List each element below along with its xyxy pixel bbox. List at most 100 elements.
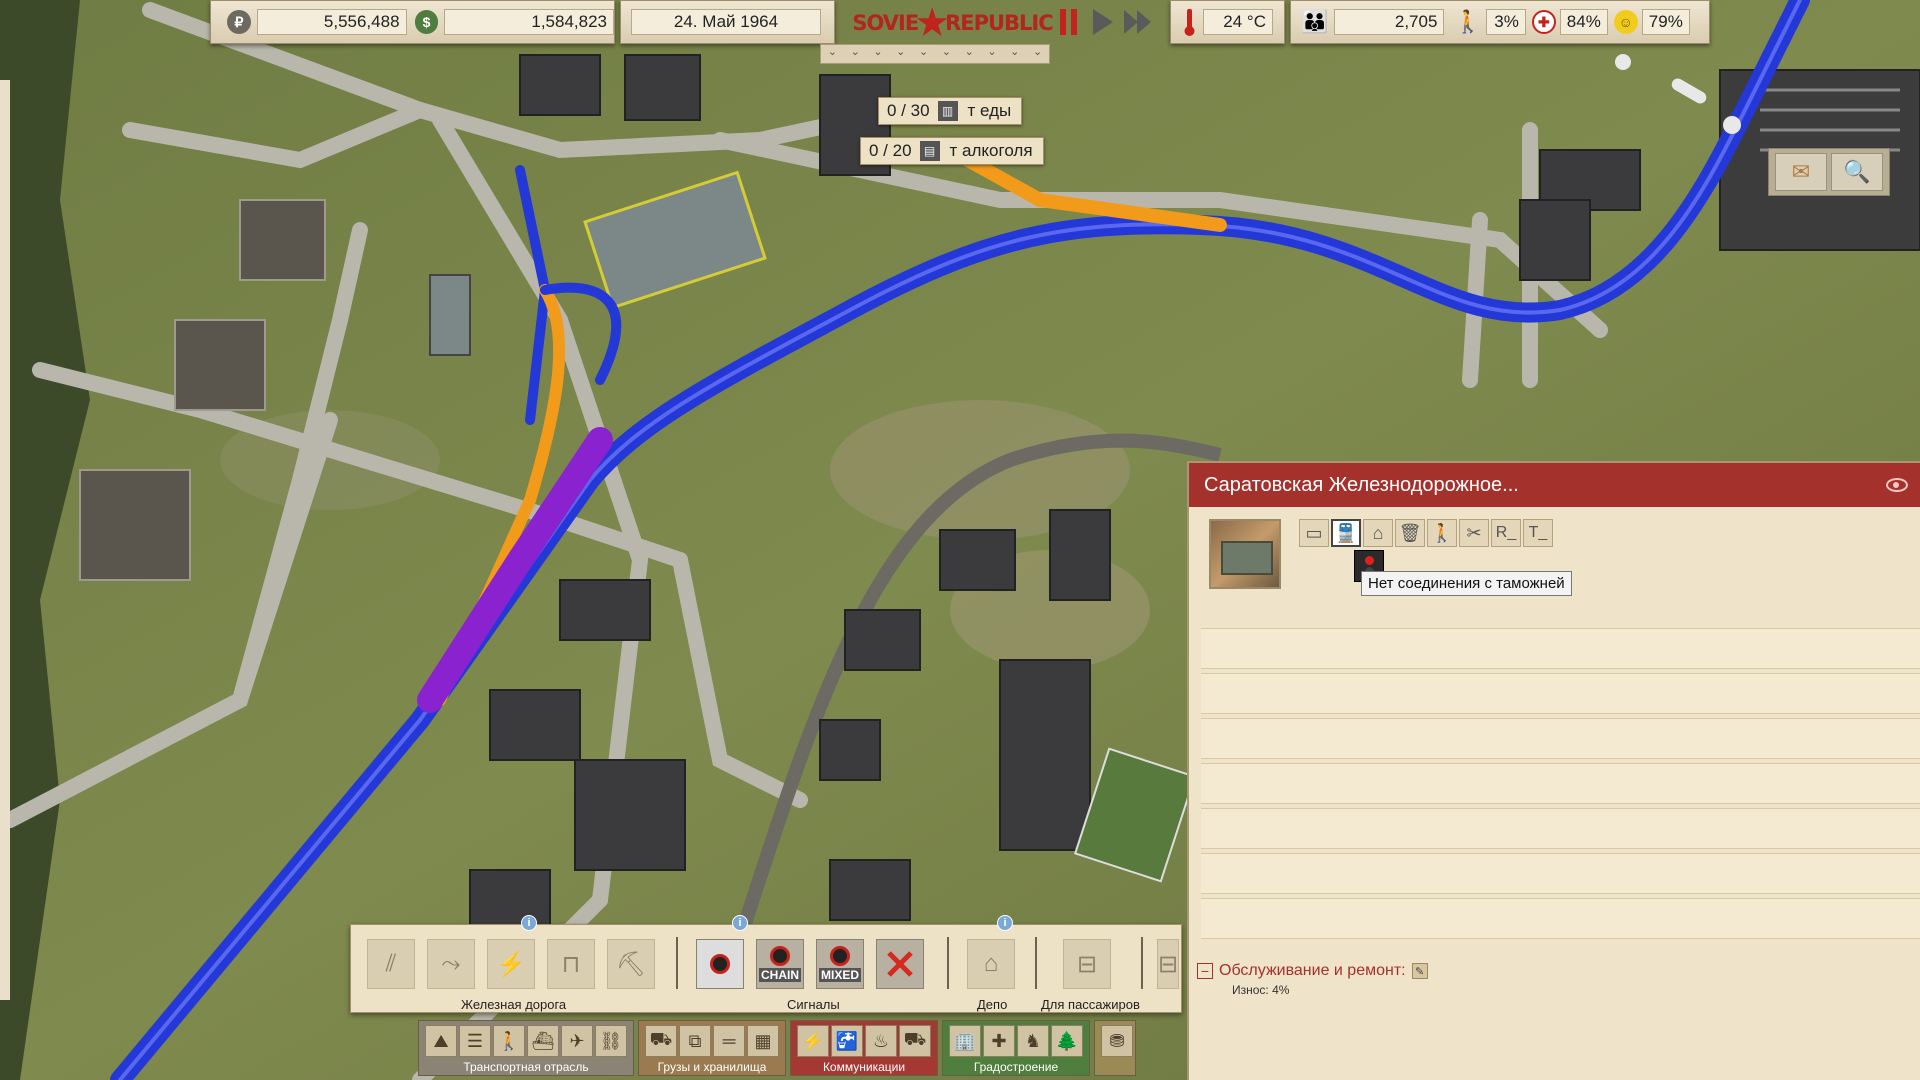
list-row[interactable] xyxy=(1201,763,1920,804)
maintenance-section[interactable]: − Обслуживание и ремонт: ✎ xyxy=(1197,962,1428,980)
route-r-button[interactable]: R_ xyxy=(1491,519,1521,547)
rail-curve-icon: ⤳ xyxy=(441,950,461,977)
quick-buttons: ✉ 🔍 xyxy=(1768,148,1890,196)
health-button[interactable]: ✚ xyxy=(983,1025,1015,1057)
panel-rows xyxy=(1201,628,1920,943)
wear-value: Износ: 4% xyxy=(1232,983,1290,997)
remove-signal-button[interactable] xyxy=(876,939,924,989)
list-row[interactable] xyxy=(1201,628,1920,669)
speed-controls xyxy=(1055,0,1165,44)
remove-icon xyxy=(887,951,913,977)
trash-icon: 🗑 xyxy=(1398,522,1422,543)
tick-mark: ⌄ xyxy=(873,46,883,58)
maintenance-label: Обслуживание и ремонт: xyxy=(1219,962,1406,979)
left-edge-strip xyxy=(0,80,10,1000)
category-cargo[interactable]: ⛟ ⧉ ═ ▦ Грузы и хранилища xyxy=(638,1020,786,1076)
happiness-value: 79% xyxy=(1641,9,1690,35)
list-row[interactable] xyxy=(1201,853,1920,894)
storage-button[interactable]: ▦ xyxy=(747,1025,779,1057)
airport-button[interactable]: ✈ xyxy=(561,1025,593,1057)
chain-signal-button[interactable]: CHAIN xyxy=(756,939,804,989)
trash-button[interactable]: 🗑 xyxy=(1395,519,1425,547)
rail-straight-button[interactable]: ⫽ xyxy=(367,939,415,989)
heating-button[interactable]: ♨ xyxy=(865,1025,897,1057)
game-logo: SOVIE ★ REPUBLIC xyxy=(852,3,1053,43)
rail-bridge-button[interactable]: ⊓ xyxy=(547,939,595,989)
rail-icon: ☰ xyxy=(466,1030,484,1051)
magnifier-button[interactable]: 🔍 xyxy=(1831,153,1883,191)
ship-button[interactable]: ⛴ xyxy=(527,1025,559,1057)
list-row[interactable] xyxy=(1201,898,1920,939)
collapse-icon[interactable]: − xyxy=(1197,963,1213,979)
list-row[interactable] xyxy=(1201,718,1920,759)
water-button[interactable]: 🚰 xyxy=(831,1025,863,1057)
info-icon[interactable]: i xyxy=(732,915,748,931)
wagon-button[interactable]: ▭ xyxy=(1299,519,1329,547)
route-t-button[interactable]: T_ xyxy=(1523,519,1553,547)
signal-button[interactable] xyxy=(696,939,744,989)
waste-button[interactable]: ⛟ xyxy=(899,1025,931,1057)
pause-button[interactable] xyxy=(1055,7,1083,37)
population-panel[interactable]: 👪 2,705 🚶 3% ✚ 84% ☺ 79% xyxy=(1290,0,1710,44)
tick-mark: ⌄ xyxy=(1010,46,1020,58)
separator xyxy=(676,937,678,989)
play-button[interactable] xyxy=(1089,7,1117,37)
more-button[interactable]: ⊟ xyxy=(1157,939,1179,989)
rail-electric-button[interactable]: ⚡ xyxy=(487,939,535,989)
fast-forward-button[interactable] xyxy=(1123,7,1151,37)
category-transport[interactable]: ⛰ ☰ 🚶 ⛴ ✈ ⛓ Транспортная отрасль xyxy=(418,1020,634,1076)
rail-category-button[interactable]: ☰ xyxy=(459,1025,491,1057)
depot-icon: ⌂ xyxy=(983,950,999,977)
cable-button[interactable]: ⛓ xyxy=(595,1025,627,1057)
unemployment-value: 3% xyxy=(1485,9,1526,35)
truck-button[interactable]: ⛟ xyxy=(645,1025,677,1057)
date-panel[interactable]: 24. Май 1964 xyxy=(620,0,835,44)
health-value: 84% xyxy=(1559,9,1608,35)
info-icon[interactable]: i xyxy=(997,915,1013,931)
conveyor-button[interactable]: ⧉ xyxy=(679,1025,711,1057)
mixed-signal-button[interactable]: MIXED xyxy=(816,939,864,989)
tunnel-icon: ⛏ xyxy=(615,950,647,978)
pipe-icon: ═ xyxy=(722,1030,736,1051)
tick-mark: ⌄ xyxy=(964,46,974,58)
pause-icon xyxy=(1060,9,1077,35)
conveyor-icon: ⧉ xyxy=(688,1030,702,1051)
category-more[interactable]: ⛃ xyxy=(1094,1020,1136,1076)
train-button[interactable]: 🚆 xyxy=(1331,519,1361,547)
housing-button[interactable]: 🏢 xyxy=(949,1025,981,1057)
power-pylon-icon: ⚡ xyxy=(801,1030,825,1051)
pipe-button[interactable]: ═ xyxy=(713,1025,745,1057)
envelope-button[interactable]: ✉ xyxy=(1775,153,1827,191)
panel-toolbar: ▭ 🚆 ⌂ 🗑 🚶 ✂ R_ T_ xyxy=(1299,519,1553,547)
rail-tunnel-button[interactable]: ⛏ xyxy=(607,939,655,989)
depot-build-button[interactable]: ⌂ xyxy=(967,939,1015,989)
power-line-button[interactable]: ⚡ xyxy=(797,1025,829,1057)
speed-timeline[interactable]: ⌄ ⌄ ⌄ ⌄ ⌄ ⌄ ⌄ ⌄ ⌄ ⌄ xyxy=(820,44,1050,64)
train-icon: 🚆 xyxy=(1334,522,1358,543)
category-communications[interactable]: ⚡ 🚰 ♨ ⛟ Коммуникации xyxy=(790,1020,938,1076)
park-button[interactable]: 🌲 xyxy=(1051,1025,1083,1057)
alcohol-icon: ▤ xyxy=(919,141,940,161)
pedestrian-button[interactable]: 🚶 xyxy=(493,1025,525,1057)
switch-button[interactable]: ✂ xyxy=(1459,519,1489,547)
category-city-building[interactable]: 🏢 ✚ ♞ 🌲 Градостроение xyxy=(942,1020,1090,1076)
rail-curve-button[interactable]: ⤳ xyxy=(427,939,475,989)
mixed-signal-icon xyxy=(830,946,850,966)
passenger-station-button[interactable]: ⊟ xyxy=(1063,939,1111,989)
road-button[interactable]: ⛰ xyxy=(425,1025,457,1057)
signal-icon xyxy=(710,954,730,974)
more-category-button[interactable]: ⛃ xyxy=(1101,1025,1133,1057)
list-row[interactable] xyxy=(1201,673,1920,714)
logo-word-2: REPUBLIC xyxy=(945,11,1054,35)
water-tap-icon: 🚰 xyxy=(835,1030,859,1051)
chain-tag: CHAIN xyxy=(759,968,801,982)
culture-button[interactable]: ♞ xyxy=(1017,1025,1049,1057)
top-bar: ₽ 5,556,488 $ 1,584,823 24. Май 1964 SOV… xyxy=(210,0,1710,44)
money-panel: ₽ 5,556,488 $ 1,584,823 xyxy=(210,0,615,44)
list-row[interactable] xyxy=(1201,808,1920,849)
info-icon[interactable]: i xyxy=(521,915,537,931)
depot-button[interactable]: ⌂ xyxy=(1363,519,1393,547)
population-icon: 👪 xyxy=(1301,9,1329,34)
eye-icon[interactable] xyxy=(1886,478,1908,492)
walker-button[interactable]: 🚶 xyxy=(1427,519,1457,547)
